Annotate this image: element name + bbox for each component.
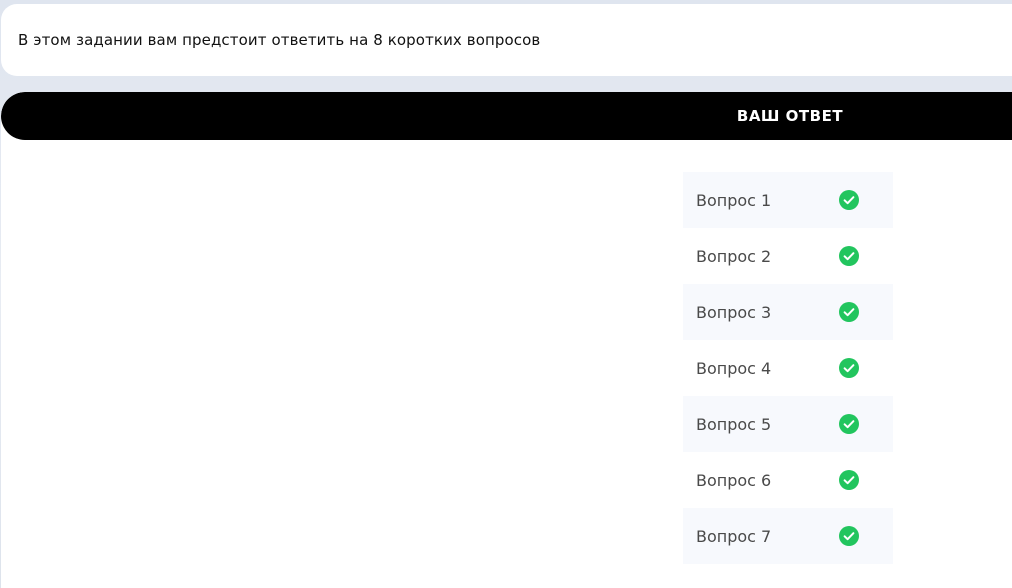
check-circle-icon: [839, 526, 859, 546]
task-intro-card: В этом задании вам предстоит ответить на…: [1, 4, 1012, 76]
check-circle-icon: [839, 190, 859, 210]
check-circle-icon: [839, 302, 859, 322]
task-intro-text: В этом задании вам предстоит ответить на…: [18, 31, 541, 49]
question-list: Вопрос 1 Вопрос 2 Вопрос 3 Вопрос 4 Вопр…: [683, 172, 893, 564]
check-circle-icon: [839, 246, 859, 266]
question-label: Вопрос 5: [696, 414, 772, 434]
question-row-4[interactable]: Вопрос 4: [683, 340, 893, 396]
question-label: Вопрос 1: [696, 190, 772, 210]
question-label: Вопрос 7: [696, 526, 772, 546]
question-row-1[interactable]: Вопрос 1: [683, 172, 893, 228]
check-circle-icon: [839, 358, 859, 378]
answer-header-title: ВАШ ОТВЕТ: [736, 107, 844, 125]
question-row-3[interactable]: Вопрос 3: [683, 284, 893, 340]
check-circle-icon: [839, 470, 859, 490]
question-row-6[interactable]: Вопрос 6: [683, 452, 893, 508]
question-label: Вопрос 4: [696, 358, 772, 378]
answer-panel: ВАШ ОТВЕТ Вопрос 1 Вопрос 2 Вопрос 3 Воп…: [1, 92, 1012, 588]
question-label: Вопрос 3: [696, 302, 772, 322]
question-row-2[interactable]: Вопрос 2: [683, 228, 893, 284]
answer-header: ВАШ ОТВЕТ: [1, 92, 1012, 140]
question-label: Вопрос 6: [696, 470, 772, 490]
question-label: Вопрос 2: [696, 246, 772, 266]
question-row-5[interactable]: Вопрос 5: [683, 396, 893, 452]
question-row-7[interactable]: Вопрос 7: [683, 508, 893, 564]
check-circle-icon: [839, 414, 859, 434]
